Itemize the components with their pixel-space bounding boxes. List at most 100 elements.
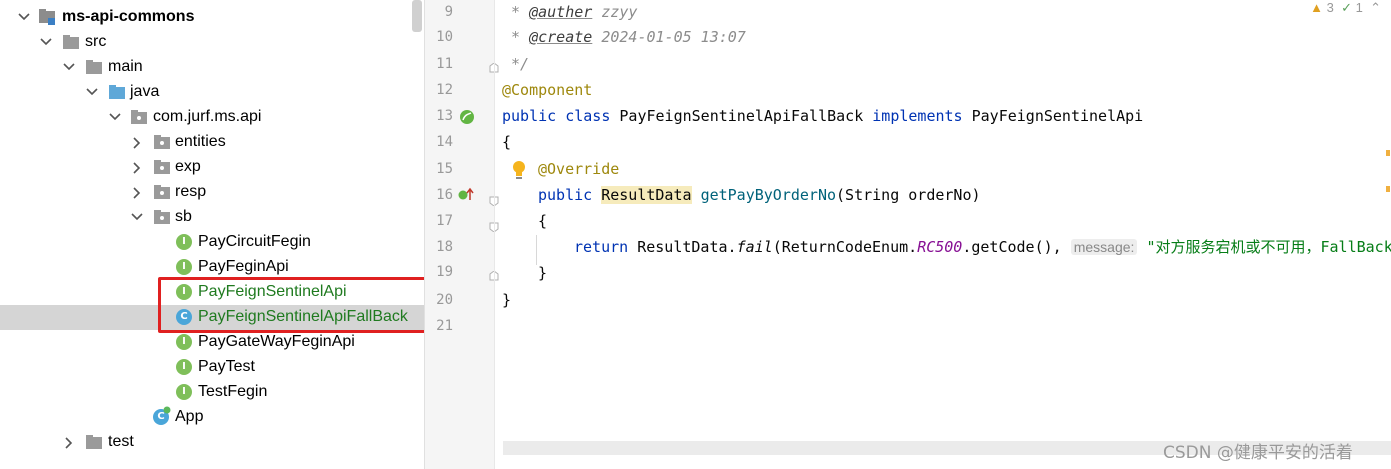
parameter-hint: message:	[1070, 239, 1138, 255]
tree-item-label: java	[130, 83, 160, 100]
interface-icon: I	[175, 233, 193, 251]
tree-item-java[interactable]: java	[0, 80, 424, 105]
tree-item-testfegin[interactable]: I TestFegin	[0, 380, 424, 405]
chevron-down-icon[interactable]	[86, 80, 98, 105]
tree-item-resp[interactable]: resp	[0, 180, 424, 205]
tree-item-label: com.jurf.ms.api	[153, 108, 262, 125]
module-folder-icon	[38, 8, 56, 26]
package-icon	[153, 158, 171, 176]
tree-item-label: exp	[175, 158, 201, 175]
interface-icon: I	[175, 258, 193, 276]
tree-item-app[interactable]: C App	[0, 405, 424, 430]
code-line-15: @Override	[538, 160, 620, 178]
warnings-count: 3	[1326, 0, 1334, 15]
spring-class-icon: C	[152, 406, 171, 426]
code-line-19: }	[538, 264, 548, 282]
line-number: 17	[436, 213, 453, 229]
error-stripe-mark[interactable]	[1386, 186, 1390, 192]
code-line-9: * @auther zzyy	[502, 3, 638, 21]
project-tree: ms-api-commons src main java com.jurf.ms…	[0, 0, 424, 469]
line-number: 19	[436, 264, 453, 280]
tree-item-label: PayGateWayFeginApi	[198, 333, 355, 350]
tree-item-label: main	[108, 58, 143, 75]
tree-item-entities[interactable]: entities	[0, 130, 424, 155]
indent-guide	[536, 235, 537, 265]
tree-item-test[interactable]: test	[0, 430, 424, 455]
code-line-10: * @create 2024-01-05 13:07	[502, 28, 746, 46]
tree-item-sb[interactable]: sb	[0, 205, 424, 230]
lightbulb-icon[interactable]	[511, 160, 527, 184]
line-number: 10	[436, 29, 453, 45]
tree-item-label: PayTest	[198, 358, 255, 375]
error-stripe-mark[interactable]	[1386, 150, 1390, 156]
inspection-widget[interactable]: ▲ 3 ✓ 1 ⌃	[1310, 0, 1381, 16]
line-number: 16	[436, 187, 453, 203]
tree-item-label: App	[175, 408, 204, 425]
line-number: 12	[436, 82, 453, 98]
tree-item-label: src	[85, 33, 107, 50]
package-icon	[153, 183, 171, 201]
tree-item-package-root[interactable]: com.jurf.ms.api	[0, 105, 424, 130]
line-number: 11	[436, 56, 453, 72]
tree-item-label: ms-api-commons	[62, 8, 195, 25]
tree-item-label: test	[108, 433, 134, 450]
line-number: 14	[436, 134, 453, 150]
chevron-down-icon[interactable]	[63, 55, 75, 80]
code-line-18: return ResultData.fail(ReturnCodeEnum.RC…	[574, 238, 1391, 256]
chevron-up-icon[interactable]: ⌃	[1370, 0, 1381, 15]
folder-icon	[85, 58, 103, 76]
chevron-down-icon[interactable]	[18, 5, 30, 30]
tree-item-label: resp	[175, 183, 207, 200]
chevron-down-icon[interactable]	[109, 105, 121, 130]
chevron-down-icon[interactable]	[40, 30, 52, 55]
tree-item-paygatewayfeginapi[interactable]: I PayGateWayFeginApi	[0, 330, 424, 355]
bean-gutter-icon[interactable]	[459, 109, 475, 129]
tree-item-label: PayFeginApi	[198, 258, 289, 275]
checks-count: 1	[1355, 0, 1363, 15]
chevron-down-icon[interactable]	[131, 205, 143, 230]
tree-item-src[interactable]: src	[0, 30, 424, 55]
tree-item-label: sb	[175, 208, 192, 225]
tree-item-main[interactable]: main	[0, 55, 424, 80]
code-line-13: public class PayFeignSentinelApiFallBack…	[502, 107, 1144, 125]
tree-item-ms-api-commons[interactable]: ms-api-commons	[0, 5, 424, 30]
code-line-12: @Component	[502, 81, 593, 99]
chevron-right-icon[interactable]	[131, 155, 143, 180]
source-folder-icon	[108, 83, 126, 101]
line-number: 15	[436, 161, 453, 177]
tree-item-label: TestFegin	[198, 383, 268, 400]
line-number: 18	[436, 239, 453, 255]
code-line-16: public ResultData getPayByOrderNo(String…	[538, 186, 981, 204]
code-line-14: {	[502, 133, 512, 151]
line-number: 21	[436, 318, 453, 334]
package-icon	[153, 208, 171, 226]
interface-icon: I	[175, 333, 193, 351]
tree-item-paytest[interactable]: I PayTest	[0, 355, 424, 380]
code-line-11: */	[502, 55, 530, 73]
check-icon: ✓	[1341, 0, 1352, 15]
code-editor[interactable]: * @auther zzyy * @create 2024-01-05 13:0…	[495, 0, 1391, 469]
folder-icon	[85, 433, 103, 451]
line-number: 13	[436, 108, 453, 124]
chevron-right-icon[interactable]	[63, 430, 75, 455]
tree-item-paycircuitfegin[interactable]: I PayCircuitFegin	[0, 230, 424, 255]
interface-icon: I	[175, 358, 193, 376]
package-icon	[130, 108, 148, 126]
chevron-right-icon[interactable]	[131, 130, 143, 155]
code-line-20: }	[502, 291, 512, 309]
chevron-right-icon[interactable]	[131, 180, 143, 205]
implements-method-gutter-icon[interactable]	[457, 187, 475, 207]
tree-item-label: PayCircuitFegin	[198, 233, 311, 250]
code-line-17: {	[538, 212, 548, 230]
tree-scrollbar[interactable]	[412, 0, 422, 32]
interface-icon: I	[175, 383, 193, 401]
folder-icon	[62, 33, 80, 51]
tree-item-label: entities	[175, 133, 226, 150]
tree-item-exp[interactable]: exp	[0, 155, 424, 180]
warning-icon: ▲	[1310, 0, 1323, 15]
watermark: CSDN @健康平安的活着	[1163, 443, 1353, 463]
line-number: 9	[444, 4, 453, 20]
editor-gutter: 9 10 11 12 13 14 15 16 17 18 19 20 21	[424, 0, 499, 469]
line-number: 20	[436, 292, 453, 308]
package-icon	[153, 133, 171, 151]
